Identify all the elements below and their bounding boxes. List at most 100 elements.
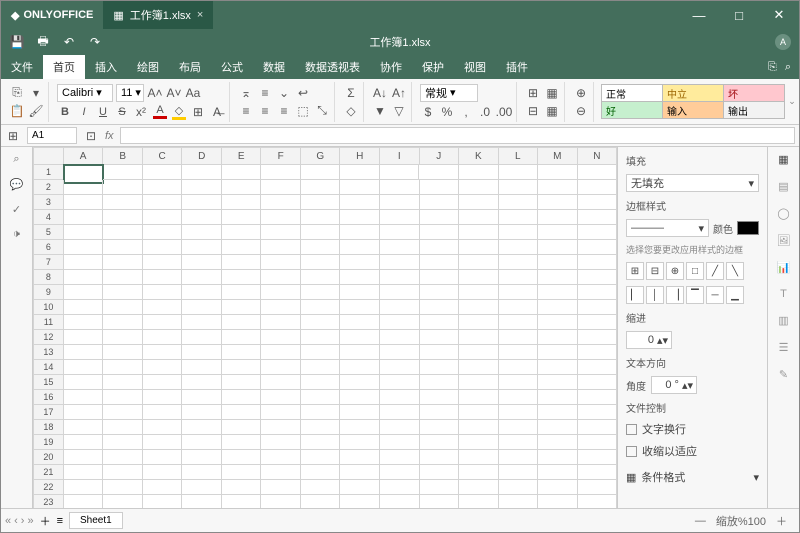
align-right-icon[interactable]: ≡ xyxy=(276,103,292,119)
text-settings-icon[interactable]: T xyxy=(780,288,787,300)
cell[interactable] xyxy=(301,450,341,465)
cell[interactable] xyxy=(222,435,262,450)
row-header[interactable]: 8 xyxy=(33,270,64,285)
cell[interactable] xyxy=(301,210,341,225)
col-header[interactable]: K xyxy=(459,147,499,165)
cell[interactable] xyxy=(182,180,222,195)
cell[interactable] xyxy=(222,450,262,465)
cell[interactable] xyxy=(103,285,143,300)
cell[interactable] xyxy=(340,435,380,450)
cell[interactable] xyxy=(340,375,380,390)
cell[interactable] xyxy=(459,165,499,180)
cell[interactable] xyxy=(103,255,143,270)
bold-icon[interactable]: B xyxy=(57,104,73,120)
search-top-icon[interactable]: ⌕ xyxy=(785,61,791,74)
col-header[interactable]: I xyxy=(380,147,420,165)
cell[interactable] xyxy=(538,180,578,195)
cell[interactable] xyxy=(143,480,183,495)
cell[interactable] xyxy=(64,255,104,270)
cell[interactable] xyxy=(301,495,341,508)
cell[interactable] xyxy=(538,420,578,435)
pivot-settings-icon[interactable]: ▥ xyxy=(778,314,788,327)
cell[interactable] xyxy=(103,450,143,465)
cell[interactable] xyxy=(538,270,578,285)
cell[interactable] xyxy=(499,270,539,285)
cell[interactable] xyxy=(538,390,578,405)
cell[interactable] xyxy=(578,345,617,360)
cell[interactable] xyxy=(182,375,222,390)
border-diag1-icon[interactable]: ╱ xyxy=(706,262,724,280)
cell[interactable] xyxy=(499,195,539,210)
cell[interactable] xyxy=(261,330,301,345)
cell[interactable] xyxy=(420,360,460,375)
currency-icon[interactable]: $ xyxy=(420,104,436,120)
cell[interactable] xyxy=(499,315,539,330)
cell[interactable] xyxy=(420,465,460,480)
tab-draw[interactable]: 绘图 xyxy=(127,55,169,79)
undo-icon[interactable]: ↶ xyxy=(61,34,77,50)
tab-file[interactable]: 文件 xyxy=(1,55,43,79)
cell[interactable] xyxy=(103,435,143,450)
cell[interactable] xyxy=(143,285,183,300)
zoom-in-icon[interactable]: ＋ xyxy=(776,513,787,529)
cell[interactable] xyxy=(261,345,301,360)
cell[interactable] xyxy=(420,345,460,360)
range-select-icon[interactable]: ⊡ xyxy=(83,128,99,144)
cell[interactable] xyxy=(182,360,222,375)
cell[interactable] xyxy=(222,225,262,240)
cell[interactable] xyxy=(459,270,499,285)
cell[interactable] xyxy=(420,405,460,420)
cell[interactable] xyxy=(340,240,380,255)
cell[interactable] xyxy=(380,420,420,435)
tab-layout[interactable]: 布局 xyxy=(169,55,211,79)
cell[interactable] xyxy=(538,405,578,420)
cell[interactable] xyxy=(222,195,262,210)
row-header[interactable]: 7 xyxy=(33,255,64,270)
cell[interactable] xyxy=(459,210,499,225)
cell[interactable] xyxy=(143,315,183,330)
cell[interactable] xyxy=(261,285,301,300)
cell[interactable] xyxy=(143,375,183,390)
cell[interactable] xyxy=(340,315,380,330)
cell[interactable] xyxy=(538,465,578,480)
style-normal[interactable]: 正常 xyxy=(601,84,663,102)
cell[interactable] xyxy=(459,360,499,375)
cell[interactable] xyxy=(340,345,380,360)
cell[interactable] xyxy=(578,465,617,480)
cell[interactable] xyxy=(538,300,578,315)
cell[interactable] xyxy=(182,330,222,345)
cell[interactable] xyxy=(459,465,499,480)
cell[interactable] xyxy=(222,285,262,300)
cell[interactable] xyxy=(103,480,143,495)
cell[interactable] xyxy=(340,405,380,420)
paste-icon[interactable]: 📋 xyxy=(9,103,25,119)
cell[interactable] xyxy=(103,420,143,435)
feedback-icon[interactable]: 🕩 xyxy=(13,228,20,241)
style-bad[interactable]: 坏 xyxy=(723,84,785,102)
row-header[interactable]: 2 xyxy=(33,180,64,195)
cell[interactable] xyxy=(459,345,499,360)
cell[interactable] xyxy=(301,375,341,390)
cell[interactable] xyxy=(340,360,380,375)
tab-pivot[interactable]: 数据透视表 xyxy=(295,55,370,79)
cell[interactable] xyxy=(380,165,420,180)
cell[interactable] xyxy=(420,195,460,210)
cell[interactable] xyxy=(340,180,380,195)
cell[interactable] xyxy=(103,375,143,390)
cell[interactable] xyxy=(301,270,341,285)
row-header[interactable]: 17 xyxy=(33,405,64,420)
cell[interactable] xyxy=(261,495,301,508)
cell[interactable] xyxy=(380,435,420,450)
cell[interactable] xyxy=(340,480,380,495)
col-header[interactable]: F xyxy=(261,147,301,165)
border-right-icon[interactable]: ▕ xyxy=(666,286,684,304)
row-header[interactable]: 14 xyxy=(33,360,64,375)
cell[interactable] xyxy=(64,195,104,210)
cell[interactable] xyxy=(103,360,143,375)
cell[interactable] xyxy=(182,195,222,210)
cell[interactable] xyxy=(380,495,420,508)
row-header[interactable]: 21 xyxy=(33,465,64,480)
cell[interactable] xyxy=(499,345,539,360)
cell[interactable] xyxy=(103,195,143,210)
cell[interactable] xyxy=(380,465,420,480)
